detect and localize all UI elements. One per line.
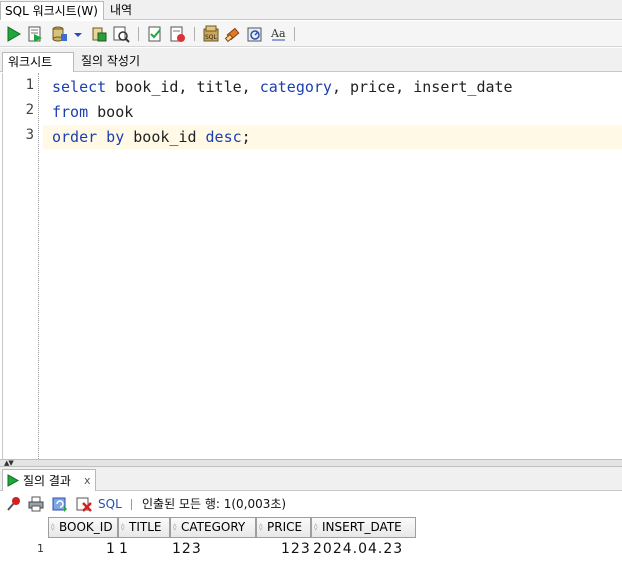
cell-book-id[interactable]: 1: [106, 539, 116, 559]
rollback-icon[interactable]: [90, 25, 108, 43]
tab-query-result[interactable]: 질의 결과 x: [2, 469, 96, 491]
sql-editor[interactable]: 1 2 3 select book_id, title, category, p…: [2, 73, 622, 459]
toolbar-separator: [294, 27, 295, 41]
dropdown-icon[interactable]: [72, 25, 84, 43]
run-script-icon[interactable]: [26, 25, 44, 43]
toolbar-separator: [131, 499, 132, 510]
column-header-insert-date[interactable]: ◊ INSERT_DATE: [311, 517, 416, 538]
code-line[interactable]: from book: [43, 100, 622, 124]
svg-text:SQL: SQL: [205, 34, 218, 41]
sql-text: book_id: [124, 128, 206, 146]
sql-text: book: [88, 103, 134, 121]
pin-icon[interactable]: [6, 496, 22, 512]
result-tab-bar: 질의 결과 x: [0, 467, 622, 491]
cell-category[interactable]: 123: [172, 539, 202, 559]
column-header-book-id[interactable]: ◊ BOOK_ID: [48, 517, 118, 538]
sql-keyword: select: [52, 78, 107, 96]
autotrace-icon[interactable]: [146, 25, 164, 43]
line-number: 3: [25, 127, 34, 143]
tab-query-builder[interactable]: 질의 작성기: [76, 52, 145, 72]
clear-icon[interactable]: [224, 25, 242, 43]
sort-icon: ◊: [51, 523, 55, 531]
tab-history[interactable]: 내역: [106, 1, 136, 20]
top-tab-bar: SQL 워크시트(W) 내역: [0, 0, 622, 20]
line-number: 2: [25, 102, 34, 118]
fetch-status: 인출된 모든 행: 1(0,003초): [142, 497, 287, 511]
explain-plan-icon[interactable]: [112, 25, 130, 43]
print-icon[interactable]: [28, 496, 44, 512]
code-line-current[interactable]: order by book_id desc;: [43, 125, 622, 149]
toolbar-separator: [138, 27, 139, 41]
sql-button[interactable]: SQL: [98, 496, 122, 512]
sql-tuning-icon[interactable]: [168, 25, 186, 43]
run-statement-icon[interactable]: [4, 25, 22, 43]
result-grid: ◊ BOOK_ID ◊ TITLE ◊ CATEGORY ◊ PRICE ◊ INSERT…: [0, 517, 622, 576]
sort-icon: ◊: [173, 523, 177, 531]
close-icon[interactable]: x: [84, 472, 91, 490]
sql-text: , price, insert_date: [331, 78, 513, 96]
tab-worksheet[interactable]: 워크시트: [2, 52, 74, 72]
column-header-price[interactable]: ◊ PRICE: [256, 517, 311, 538]
cell-price[interactable]: 123: [281, 539, 311, 559]
sql-text: book_id, title,: [106, 78, 260, 96]
run-result-icon: [7, 474, 19, 487]
format-icon[interactable]: Aa: [270, 25, 288, 43]
column-header-category[interactable]: ◊ CATEGORY: [170, 517, 256, 538]
sort-icon: ◊: [121, 523, 125, 531]
code-line[interactable]: select book_id, title, category, price, …: [43, 75, 622, 99]
cell-insert-date[interactable]: 2024.04.23: [313, 539, 403, 559]
sql-history-icon[interactable]: SQL: [202, 25, 220, 43]
row-number[interactable]: 1: [0, 539, 46, 559]
cell-title[interactable]: 1: [119, 539, 129, 559]
toolbar-separator: [194, 27, 195, 41]
sql-keyword: desc: [205, 128, 242, 146]
panel-splitter[interactable]: ▲▼: [0, 459, 622, 467]
tab-sql-worksheet[interactable]: SQL 워크시트(W): [0, 1, 104, 20]
query-result-label: 질의 결과: [23, 474, 71, 488]
svg-text:Aa: Aa: [270, 27, 286, 40]
result-toolbar: SQL 인출된 모든 행: 1(0,003초): [0, 492, 622, 516]
cancel-query-icon[interactable]: [76, 496, 92, 512]
commit-icon[interactable]: [50, 25, 68, 43]
worksheet-toolbar: SQL Aa: [0, 21, 622, 47]
line-number-gutter: 1 2 3: [3, 73, 39, 459]
sql-keyword: category: [259, 78, 332, 96]
line-number: 1: [25, 77, 34, 93]
worksheet-sub-tab-bar: 워크시트 질의 작성기: [0, 48, 622, 72]
sql-keyword: from: [52, 103, 89, 121]
column-header-title[interactable]: ◊ TITLE: [118, 517, 170, 538]
sql-text: ;: [241, 128, 251, 146]
autotrace-gauge-icon[interactable]: [246, 25, 264, 43]
sql-keyword: order by: [52, 128, 125, 146]
collapse-arrows-icon[interactable]: ▲▼: [4, 459, 14, 467]
refresh-icon[interactable]: [52, 496, 68, 512]
sort-icon: ◊: [314, 523, 318, 531]
sort-icon: ◊: [259, 523, 263, 531]
